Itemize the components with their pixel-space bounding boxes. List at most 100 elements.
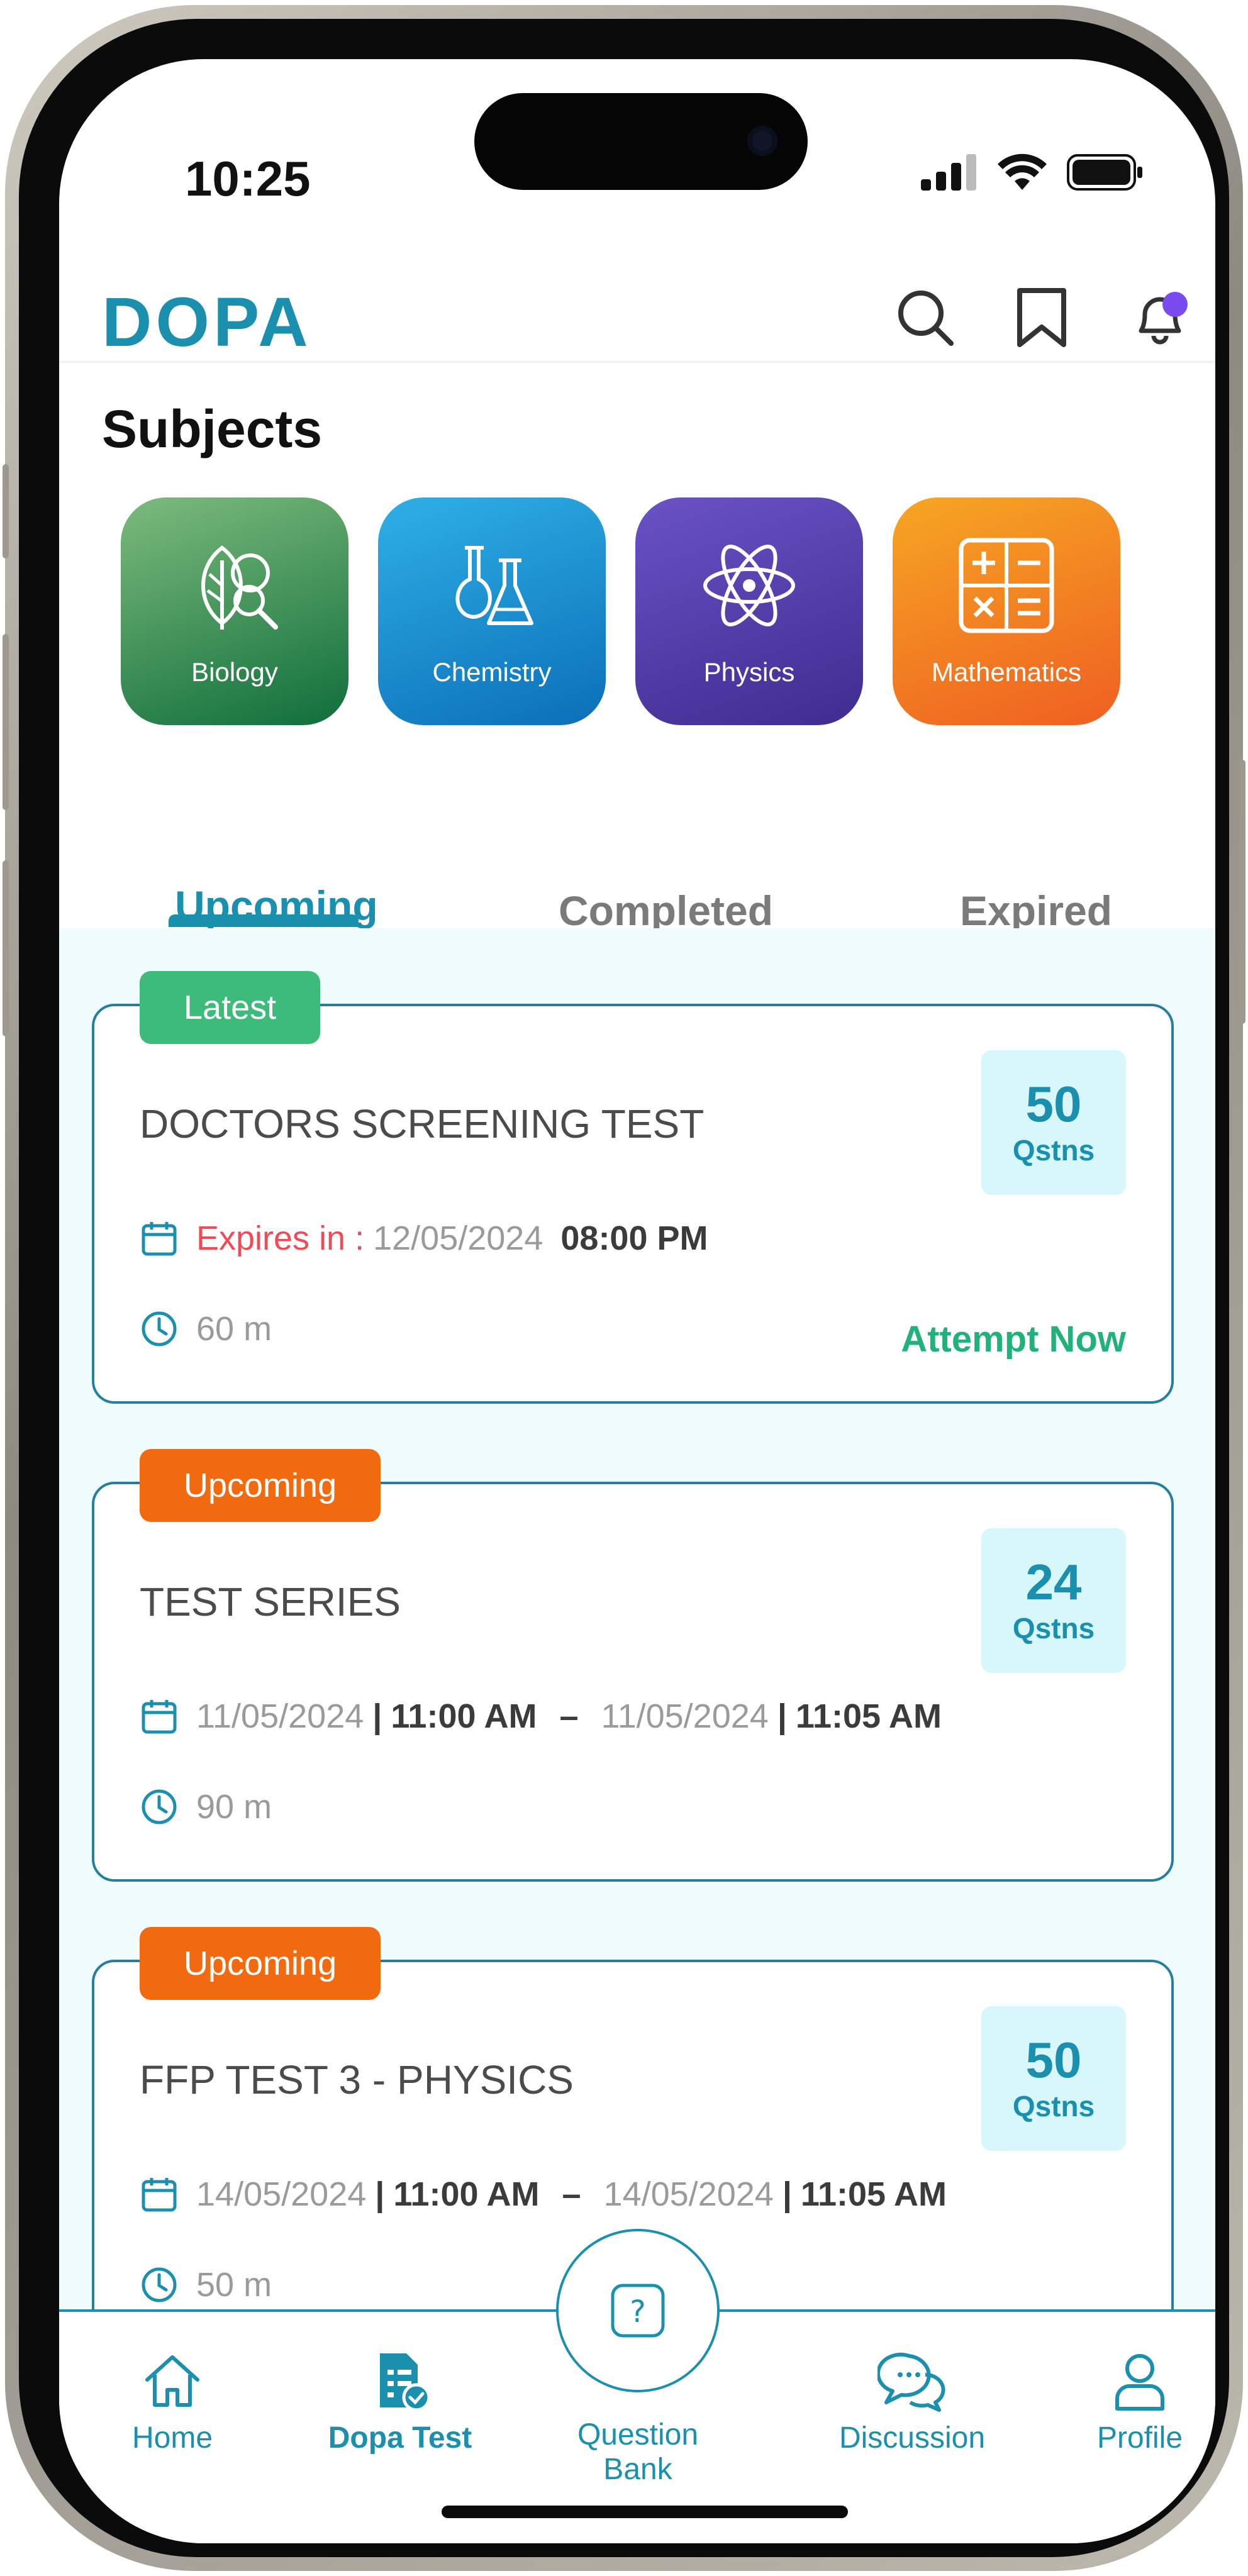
question-count: 50 Qstns [981, 2006, 1126, 2151]
notification-button[interactable] [1128, 286, 1191, 348]
test-title: FFP TEST 3 - PHYSICS [140, 2057, 574, 2102]
calendar-icon [140, 1697, 179, 1736]
wifi-icon [996, 153, 1048, 194]
subject-label: Mathematics [931, 657, 1082, 687]
expires-time: 08:00 PM [560, 1219, 708, 1257]
svg-text:?: ? [630, 2294, 645, 2329]
range-dash: – [562, 2175, 581, 2213]
biology-icon [121, 535, 348, 636]
subject-chemistry[interactable]: Chemistry [378, 497, 606, 725]
question-bank-button[interactable]: ? [556, 2229, 720, 2392]
app-header: DOPA [59, 216, 1215, 363]
attempt-now-button[interactable]: Attempt Now [901, 1318, 1126, 1360]
question-count-label: Qstns [1012, 1134, 1095, 1167]
duration-row: 50 m [140, 2265, 272, 2304]
nav-label: Question Bank [577, 2418, 699, 2486]
schedule-row: 14/05/2024 | 11:00 AM – 14/05/2024 | 11:… [140, 2175, 947, 2214]
nav-label: Profile [1096, 2421, 1183, 2455]
phone-bezel: 10:25 DOPA Subjects Biology Chemistry Ph… [19, 19, 1229, 2557]
question-count-label: Qstns [1012, 2090, 1095, 2123]
battery-icon [1067, 154, 1144, 194]
separator: | [777, 1697, 787, 1735]
question-count-label: Qstns [1012, 1612, 1095, 1645]
nav-profile[interactable]: Profile [1045, 2350, 1215, 2455]
question-icon: ? [611, 2284, 665, 2338]
start-time: 11:00 AM [393, 2175, 540, 2213]
range-dash: – [559, 1697, 579, 1735]
calculator-icon [893, 535, 1120, 636]
question-count: 50 Qstns [981, 1050, 1126, 1195]
app-logo: DOPA [102, 284, 312, 361]
subject-label: Chemistry [432, 657, 552, 687]
bookmark-button[interactable] [1010, 286, 1073, 348]
test-card[interactable]: Latest DOCTORS SCREENING TEST 50 Qstns E… [92, 971, 1174, 1404]
active-tab-indicator [169, 914, 359, 927]
end-time: 11:05 AM [795, 1697, 942, 1735]
expires-date: 12/05/2024 [373, 1219, 543, 1257]
nav-label: Dopa Test [328, 2421, 472, 2455]
screen: 10:25 DOPA Subjects Biology Chemistry Ph… [59, 59, 1215, 2543]
start-date: 11/05/2024 [196, 1697, 364, 1735]
calendar-icon [140, 1219, 179, 1258]
search-icon [898, 291, 954, 346]
status-badge: Latest [140, 971, 321, 1044]
dynamic-island [474, 93, 808, 190]
question-count-value: 50 [1025, 1076, 1082, 1132]
phone-frame: 10:25 DOPA Subjects Biology Chemistry Ph… [3, 5, 1245, 2571]
volume-down-button [3, 860, 9, 1036]
end-date: 14/05/2024 [603, 2175, 774, 2213]
nav-discussion[interactable]: Discussion [818, 2350, 1006, 2455]
action-button [3, 464, 9, 558]
status-badge: Upcoming [140, 1927, 381, 2000]
bookmark-icon [1017, 288, 1066, 347]
subject-physics[interactable]: Physics [635, 497, 863, 725]
home-indicator [442, 2506, 848, 2518]
test-title: TEST SERIES [140, 1579, 401, 1624]
test-card[interactable]: Upcoming TEST SERIES 24 Qstns 11/05/2024… [92, 1449, 1174, 1882]
profile-icon [1115, 2354, 1164, 2411]
nav-label: Home [131, 2421, 213, 2455]
test-document-icon [380, 2353, 431, 2412]
start-time: 11:00 AM [391, 1697, 537, 1735]
bell-icon [1139, 292, 1188, 345]
end-date: 11/05/2024 [601, 1697, 769, 1735]
calendar-icon [140, 2175, 179, 2214]
front-camera [747, 126, 777, 156]
separator: | [372, 1697, 382, 1735]
volume-up-button [3, 634, 9, 810]
status-badge: Upcoming [140, 1449, 381, 1522]
clock-icon [140, 1787, 179, 1826]
start-date: 14/05/2024 [196, 2175, 367, 2213]
tab-completed[interactable]: Completed [559, 887, 773, 935]
nav-dopa-test[interactable]: Dopa Test [306, 2350, 494, 2455]
separator: | [782, 2175, 792, 2213]
signal-icon [921, 154, 978, 194]
nav-home[interactable]: Home [78, 2350, 267, 2455]
atom-icon [635, 535, 863, 636]
tab-expired[interactable]: Expired [960, 887, 1112, 935]
clock-icon [140, 2265, 179, 2304]
status-icons [921, 153, 1144, 194]
question-count-value: 24 [1025, 1554, 1082, 1610]
status-time: 10:25 [185, 151, 311, 206]
search-button[interactable] [893, 286, 956, 348]
subjects-title: Subjects [102, 399, 323, 458]
power-button [1239, 760, 1245, 1024]
duration: 50 m [196, 2266, 272, 2304]
end-time: 11:05 AM [800, 2175, 947, 2213]
subject-label: Biology [191, 657, 278, 687]
test-title: DOCTORS SCREENING TEST [140, 1101, 705, 1146]
test-tabs: Upcoming Completed Expired [59, 826, 1215, 934]
subject-mathematics[interactable]: Mathematics [893, 497, 1120, 725]
expires-label: Expires in : [196, 1219, 365, 1257]
separator: | [375, 2175, 385, 2213]
nav-label: Discussion [838, 2421, 986, 2455]
chat-bubbles-icon [876, 2353, 945, 2412]
clock-icon [140, 1309, 179, 1348]
chemistry-icon [378, 535, 606, 636]
duration: 90 m [196, 1788, 272, 1826]
subject-biology[interactable]: Biology [121, 497, 348, 725]
duration: 60 m [196, 1310, 272, 1348]
question-count: 24 Qstns [981, 1528, 1126, 1673]
subject-label: Physics [703, 657, 795, 687]
